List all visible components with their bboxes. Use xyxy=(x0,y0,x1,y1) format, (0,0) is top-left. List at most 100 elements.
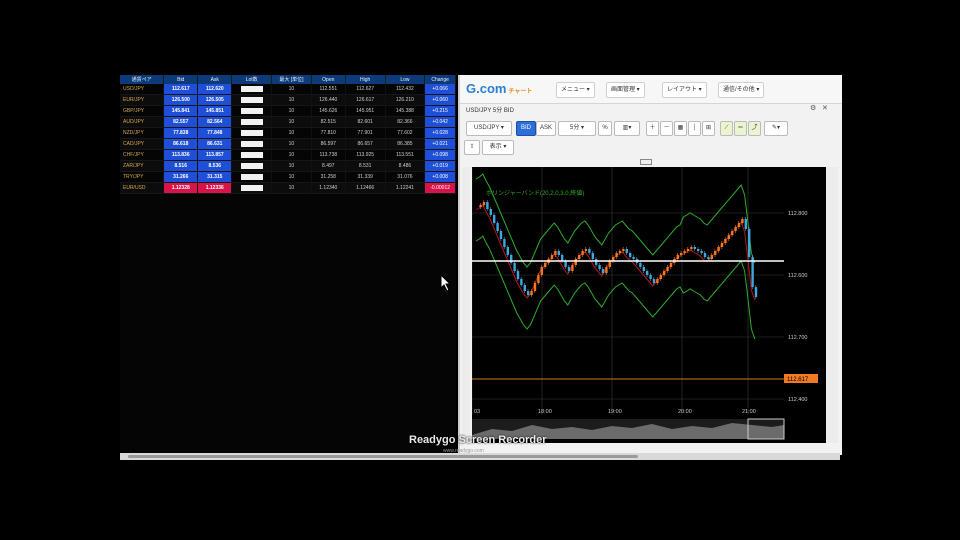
ask-cell[interactable]: 8.536 xyxy=(197,160,233,172)
rate-row[interactable]: EUR/JPY 126.500 126.505 10 126.440 126.617 126… xyxy=(120,94,456,106)
draw-trend-icon[interactable]: ⤴ xyxy=(748,121,761,136)
ask-cell[interactable]: 1.12336 xyxy=(197,182,233,194)
lot-input-box[interactable] xyxy=(240,86,263,92)
lot-input-box[interactable] xyxy=(240,141,263,147)
ask-cell[interactable]: 112.620 xyxy=(197,84,233,95)
draw-line-icon[interactable]: ⟋ xyxy=(720,121,733,136)
lot-input-box[interactable] xyxy=(240,152,263,158)
candle xyxy=(656,279,659,283)
zoom-in-icon[interactable]: ＋ xyxy=(646,121,659,136)
ask-cell[interactable]: 77.848 xyxy=(197,127,233,139)
lot-input[interactable] xyxy=(231,94,273,106)
display-button[interactable]: 表示 ▾ xyxy=(482,140,514,155)
price-chart[interactable]: ボリンジャーバンド(20,2.0,3.0,終値) 112.800 112.600 1… xyxy=(471,167,826,443)
lot-input[interactable] xyxy=(231,171,273,183)
rate-row[interactable]: USD/JPY 112.617 112.620 10 112.551 112.627 112… xyxy=(120,84,456,95)
lot-input[interactable] xyxy=(231,84,273,95)
period-select[interactable]: 5分 ▾ xyxy=(558,121,596,136)
bid-cell[interactable]: 113.836 xyxy=(163,149,199,161)
lot-input-box[interactable] xyxy=(240,130,263,136)
close-icon[interactable]: ✕ xyxy=(822,104,828,112)
rate-row[interactable]: EUR/USD 1.12328 1.12336 10 1.12340 1.12466 1.1… xyxy=(120,182,456,194)
bollinger-lower xyxy=(475,235,756,340)
col-symbol[interactable]: 通貨ペア xyxy=(120,75,165,84)
ask-cell[interactable]: 86.631 xyxy=(197,138,233,150)
bid-cell[interactable]: 86.618 xyxy=(163,138,199,150)
menu-button[interactable]: メニュー ▾ xyxy=(556,82,595,98)
chart-type-icon[interactable]: ▥▾ xyxy=(614,121,640,136)
ask-cell[interactable]: 82.564 xyxy=(197,116,233,128)
candle xyxy=(503,239,506,247)
candle xyxy=(737,223,741,227)
candle xyxy=(499,231,503,239)
bid-cell[interactable]: 82.557 xyxy=(163,116,199,128)
screen-manage-button[interactable]: 画面管理 ▾ xyxy=(606,82,645,98)
layout-button[interactable]: レイアウト ▾ xyxy=(662,82,707,98)
col-high[interactable]: High xyxy=(345,75,386,84)
ask-cell[interactable]: 31.315 xyxy=(197,171,233,183)
lot-input-box[interactable] xyxy=(240,119,263,125)
scrollbar-thumb[interactable] xyxy=(128,455,638,458)
percent-button[interactable]: % xyxy=(598,121,612,136)
lot-input[interactable] xyxy=(231,182,273,194)
candle xyxy=(520,279,523,285)
lot-input-box[interactable] xyxy=(240,97,263,103)
change-cell: -0.00012 xyxy=(424,182,456,194)
open-cell: 145.626 xyxy=(311,105,346,117)
rate-row[interactable]: CHF/JPY 113.836 113.857 10 113.738 113.925 113… xyxy=(120,149,456,161)
rate-row[interactable]: AUD/JPY 82.557 82.564 10 82.515 82.601 82.366 +… xyxy=(120,116,456,128)
lot-input[interactable] xyxy=(231,127,273,139)
bid-button[interactable]: BID xyxy=(516,121,536,136)
lot-input[interactable] xyxy=(231,138,273,150)
lot-input[interactable] xyxy=(231,149,273,161)
symbol-select[interactable]: USD/JPY ▾ xyxy=(466,121,512,136)
horizontal-scrollbar[interactable] xyxy=(120,453,840,460)
chart-vertical-scrollbar[interactable] xyxy=(826,167,838,443)
lot-input-box[interactable] xyxy=(240,108,263,114)
lot-input[interactable] xyxy=(231,160,273,172)
lot-input[interactable] xyxy=(231,116,273,128)
comm-other-button[interactable]: 通信/その他 ▾ xyxy=(718,82,765,98)
lot-input[interactable] xyxy=(231,105,273,117)
bid-cell[interactable]: 1.12328 xyxy=(163,182,199,194)
split-icon[interactable]: ⊞ xyxy=(702,121,715,136)
chart-grid xyxy=(471,167,784,415)
grid-icon[interactable]: ▦ xyxy=(674,121,687,136)
rate-row[interactable]: GBP/JPY 145.841 145.851 10 145.626 145.951 145… xyxy=(120,105,456,117)
ask-cell[interactable]: 126.505 xyxy=(197,94,233,106)
rate-row[interactable]: CAD/JPY 86.618 86.631 10 86.597 86.657 86.385 +… xyxy=(120,138,456,150)
col-low[interactable]: Low xyxy=(385,75,426,84)
draw-hline-icon[interactable]: ═ xyxy=(734,121,747,136)
ask-button[interactable]: ASK xyxy=(536,121,556,136)
zoom-out-icon[interactable]: － xyxy=(660,121,673,136)
bid-cell[interactable]: 8.516 xyxy=(163,160,199,172)
col-max[interactable]: 最大 [単位] xyxy=(271,75,312,84)
lot-input-box[interactable] xyxy=(240,174,263,180)
lot-input-box[interactable] xyxy=(240,163,263,169)
draw-more-icon[interactable]: ✎▾ xyxy=(764,121,788,136)
ask-cell[interactable]: 145.851 xyxy=(197,105,233,117)
rate-row[interactable]: TRY/JPY 31.266 31.315 10 31.258 31.339 31.076 +… xyxy=(120,171,456,183)
pane-splitter[interactable] xyxy=(640,159,652,165)
col-change[interactable]: Change xyxy=(424,75,456,84)
bid-cell[interactable]: 145.841 xyxy=(163,105,199,117)
bid-cell[interactable]: 31.266 xyxy=(163,171,199,183)
col-bid[interactable]: Bid xyxy=(163,75,199,84)
rate-row[interactable]: NZD/JPY 77.838 77.848 10 77.810 77.901 77.602 +… xyxy=(120,127,456,139)
cursor-icon[interactable]: ┆ xyxy=(688,121,701,136)
bid-cell[interactable]: 126.500 xyxy=(163,94,199,106)
bid-cell[interactable]: 77.838 xyxy=(163,127,199,139)
left-collapse-strip[interactable] xyxy=(462,167,470,443)
ask-cell[interactable]: 113.857 xyxy=(197,149,233,161)
col-ask[interactable]: Ask xyxy=(197,75,233,84)
col-open[interactable]: Open xyxy=(311,75,346,84)
low-cell: 8.486 xyxy=(385,160,426,172)
symbol-cell: GBP/JPY xyxy=(120,105,165,117)
lot-input-box[interactable] xyxy=(240,185,263,191)
settings-icon[interactable]: ⚙ xyxy=(810,104,816,112)
pin-icon[interactable]: ⇧ xyxy=(464,140,480,155)
col-lot[interactable]: Lot数 xyxy=(231,75,273,84)
candle xyxy=(686,249,690,251)
rate-row[interactable]: ZAR/JPY 8.516 8.536 10 8.497 8.531 8.486 +0.019 xyxy=(120,160,456,172)
bid-cell[interactable]: 112.617 xyxy=(163,84,199,95)
